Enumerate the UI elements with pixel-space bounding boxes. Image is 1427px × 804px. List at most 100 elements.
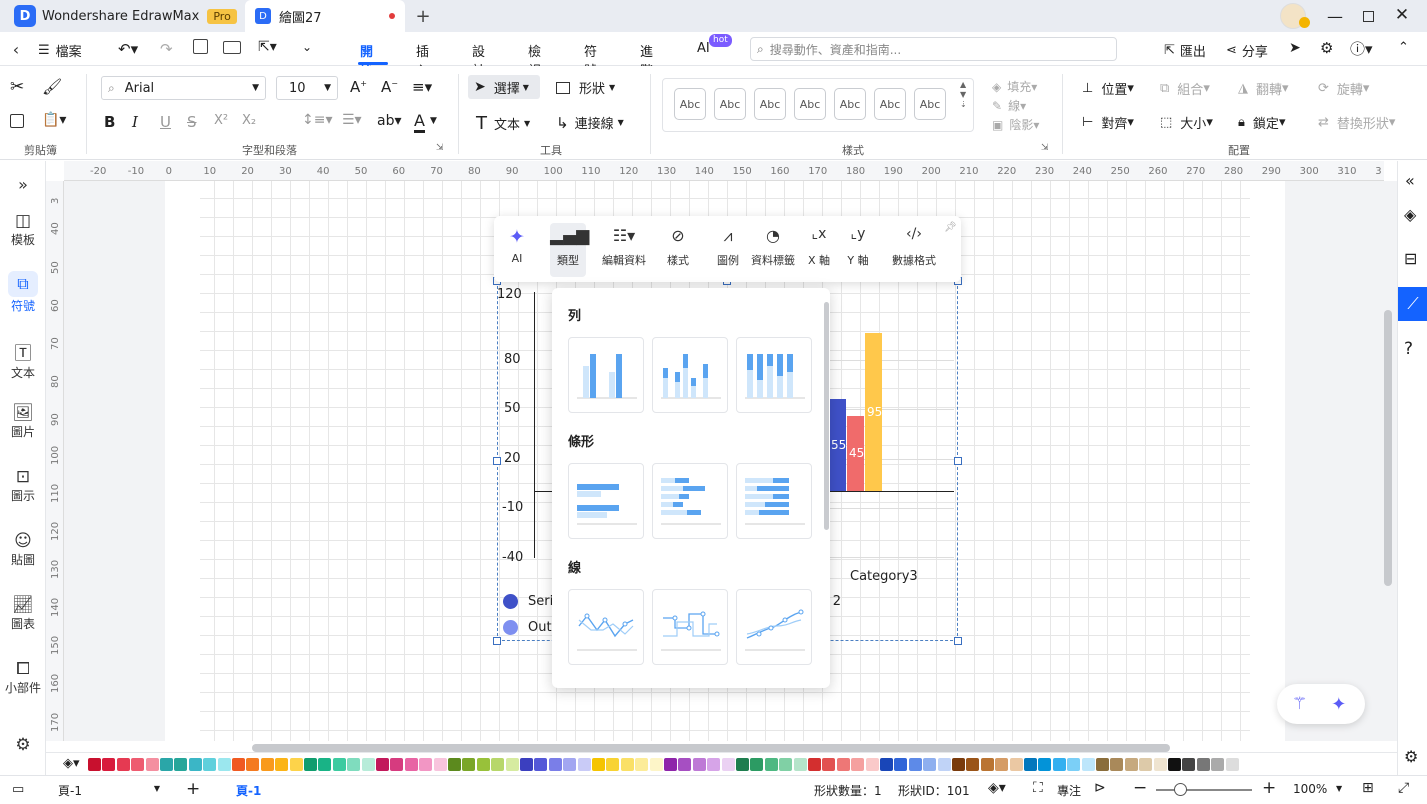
color-swatch[interactable] bbox=[995, 758, 1009, 771]
color-swatch[interactable] bbox=[1024, 758, 1037, 771]
color-swatch[interactable] bbox=[808, 758, 821, 771]
color-swatch[interactable] bbox=[448, 758, 461, 771]
group-button[interactable]: ⧉ 組合 ▾ bbox=[1160, 79, 1210, 98]
color-swatch[interactable] bbox=[534, 758, 548, 771]
connector-tool-button[interactable]: ↳ 連接線 ▼ bbox=[556, 113, 624, 133]
color-swatch[interactable] bbox=[188, 758, 202, 771]
color-swatch[interactable] bbox=[505, 758, 519, 771]
styles-dialog-launcher-icon[interactable]: ⇲ bbox=[1041, 143, 1049, 153]
help-icon[interactable]: ⓘ▾ bbox=[1350, 38, 1373, 59]
align-button[interactable]: ⊢ 對齊 ▾ bbox=[1082, 113, 1134, 132]
document-tab[interactable]: D 繪圖27 bbox=[245, 0, 405, 32]
color-swatch[interactable] bbox=[664, 758, 677, 771]
color-swatch[interactable] bbox=[361, 758, 375, 771]
line-button[interactable]: ✎ 線 ▾ bbox=[992, 97, 1026, 114]
color-swatch[interactable] bbox=[620, 758, 634, 771]
color-swatch[interactable] bbox=[1196, 758, 1210, 771]
search-box[interactable]: ⌕ 搜尋動作、資產和指南... bbox=[750, 37, 1117, 61]
style-preset-5[interactable]: Abc bbox=[834, 88, 866, 120]
text-tool-button[interactable]: T 文本 ▼ bbox=[476, 113, 530, 134]
italic-icon[interactable]: I bbox=[132, 113, 138, 131]
color-swatch[interactable] bbox=[548, 758, 562, 771]
sidebar-item-images[interactable]: 🖼︎ 圖片 bbox=[0, 403, 46, 440]
color-swatch[interactable] bbox=[707, 758, 721, 771]
add-page-icon[interactable]: + bbox=[186, 779, 200, 799]
color-swatch[interactable] bbox=[836, 758, 850, 771]
style-preset-4[interactable]: Abc bbox=[794, 88, 826, 120]
color-swatch[interactable] bbox=[260, 758, 274, 771]
color-swatch[interactable] bbox=[289, 758, 303, 771]
color-swatch[interactable] bbox=[736, 758, 749, 771]
smooth-line-option[interactable] bbox=[736, 589, 812, 665]
color-swatch[interactable] bbox=[419, 758, 433, 771]
color-swatch[interactable] bbox=[721, 758, 735, 771]
page-tab-active[interactable]: 頁-1 bbox=[236, 782, 261, 799]
color-swatch[interactable] bbox=[764, 758, 778, 771]
color-swatch[interactable] bbox=[491, 758, 505, 771]
color-swatch[interactable] bbox=[1110, 758, 1124, 771]
percent-stacked-bar-option[interactable] bbox=[736, 463, 812, 539]
color-swatch[interactable] bbox=[1153, 758, 1167, 771]
style-preset-6[interactable]: Abc bbox=[874, 88, 906, 120]
line-chart-option[interactable] bbox=[568, 589, 644, 665]
style-preset-1[interactable]: Abc bbox=[674, 88, 706, 120]
sidebar-item-stickers[interactable]: ☺ 貼圖 bbox=[0, 531, 46, 568]
bold-icon[interactable]: B bbox=[104, 113, 115, 131]
color-swatch[interactable] bbox=[1182, 758, 1196, 771]
color-swatch[interactable] bbox=[145, 758, 159, 771]
tab-ai[interactable]: AI bbox=[697, 41, 710, 56]
color-swatch[interactable] bbox=[966, 758, 980, 771]
sidebar-item-symbols[interactable]: ⧉ 符號 bbox=[0, 271, 46, 314]
color-swatch[interactable] bbox=[880, 758, 893, 771]
sidebar-settings-icon[interactable]: ⚙ bbox=[0, 735, 46, 755]
chart-type-button[interactable]: ▂▄▆ 類型 bbox=[550, 223, 589, 277]
color-swatch[interactable] bbox=[347, 758, 361, 771]
font-color-icon[interactable]: A bbox=[414, 111, 425, 133]
copy-icon[interactable] bbox=[10, 114, 24, 128]
percent-stacked-column-option[interactable] bbox=[736, 337, 812, 413]
color-swatch[interactable] bbox=[692, 758, 706, 771]
zoom-in-icon[interactable]: + bbox=[1262, 778, 1276, 798]
zoom-out-icon[interactable]: − bbox=[1133, 778, 1147, 798]
stacked-bar-option[interactable] bbox=[652, 463, 728, 539]
color-swatch[interactable] bbox=[462, 758, 476, 771]
size-button[interactable]: ⬚ 大小 ▾ bbox=[1160, 113, 1213, 132]
chart-ai-button[interactable]: ✦ AI bbox=[500, 226, 534, 265]
replace-shape-button[interactable]: ⇄ 替換形狀 ▾ bbox=[1318, 113, 1395, 132]
pin-toolbar-icon[interactable]: 📌︎ bbox=[944, 222, 957, 233]
style-preset-7[interactable]: Abc bbox=[914, 88, 946, 120]
subscript-icon[interactable]: X₂ bbox=[242, 113, 256, 128]
color-swatch[interactable] bbox=[160, 758, 173, 771]
font-dialog-launcher-icon[interactable]: ⇲ bbox=[436, 143, 444, 153]
fit-page-icon[interactable]: ⛶ bbox=[1033, 780, 1043, 796]
color-swatch[interactable] bbox=[851, 758, 865, 771]
color-swatch[interactable] bbox=[1052, 758, 1066, 771]
print-icon[interactable] bbox=[223, 41, 241, 54]
edit-data-button[interactable]: ☷▾ 編輯資料 bbox=[598, 226, 650, 268]
flip-button[interactable]: ◮ 翻轉 ▾ bbox=[1238, 79, 1289, 98]
clustered-column-option[interactable] bbox=[568, 337, 644, 413]
more-quick-icon[interactable]: ⌄ bbox=[302, 40, 312, 54]
strikethrough-icon[interactable]: S bbox=[187, 113, 197, 131]
page-panel-icon[interactable]: ▭ bbox=[12, 782, 24, 797]
color-swatch[interactable] bbox=[217, 758, 231, 771]
color-swatch[interactable] bbox=[865, 758, 879, 771]
expand-sidebar-icon[interactable]: » bbox=[0, 175, 46, 194]
data-labels-button[interactable]: ◔ 資料標籤 bbox=[748, 226, 798, 268]
chart-style-button[interactable]: ⊘ 樣式 bbox=[660, 226, 696, 268]
color-swatch[interactable] bbox=[894, 758, 908, 771]
color-swatch[interactable] bbox=[1139, 758, 1153, 771]
redo-icon[interactable]: ↷ bbox=[160, 40, 173, 58]
back-icon[interactable]: ‹ bbox=[8, 40, 24, 59]
shadow-button[interactable]: ▣ 陰影 ▾ bbox=[992, 116, 1039, 133]
color-swatch[interactable] bbox=[1211, 758, 1225, 771]
color-swatch[interactable] bbox=[246, 758, 260, 771]
color-swatch[interactable] bbox=[1168, 758, 1181, 771]
color-swatch[interactable] bbox=[563, 758, 577, 771]
sidebar-item-templates[interactable]: ◫ 模板 bbox=[0, 211, 46, 248]
color-swatch[interactable] bbox=[1009, 758, 1023, 771]
color-swatch[interactable] bbox=[376, 758, 389, 771]
color-swatch[interactable] bbox=[88, 758, 101, 771]
close-window-icon[interactable]: ✕ bbox=[1392, 5, 1412, 25]
font-color-dropdown-icon[interactable]: ▼ bbox=[430, 116, 437, 126]
